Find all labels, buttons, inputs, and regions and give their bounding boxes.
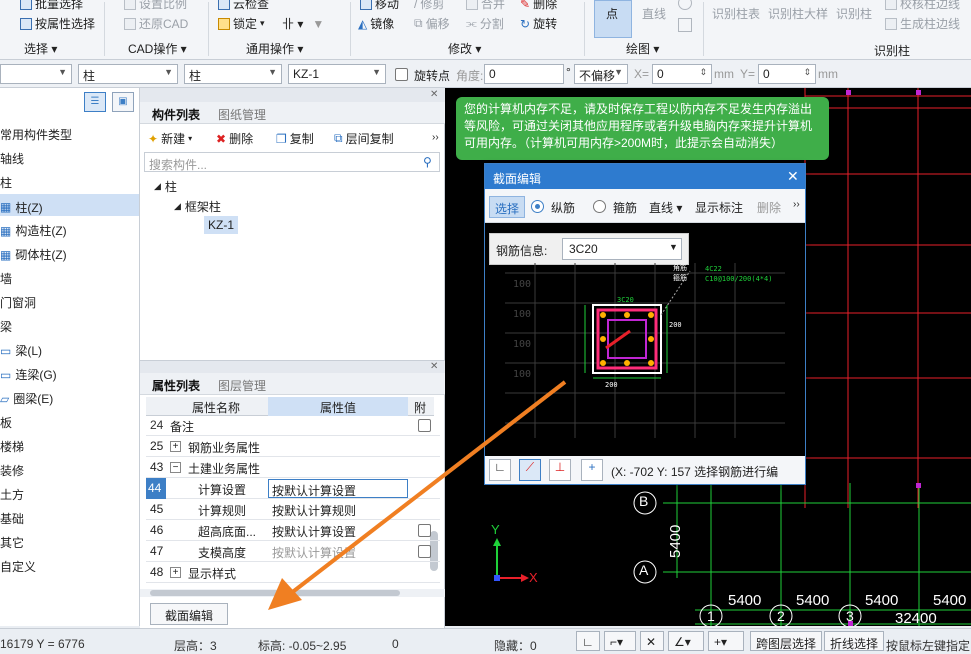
cross-icon[interactable]: ✕: [640, 631, 664, 651]
snap-rect-icon[interactable]: ⌐▾: [604, 631, 636, 651]
polyline-select-button[interactable]: 折线选择: [824, 631, 885, 651]
arrowhead: [268, 578, 302, 610]
cursor-coords: 16179 Y = 6776: [0, 637, 85, 651]
angle-snap-icon[interactable]: ∠▾: [668, 631, 704, 651]
status-value: 0: [392, 637, 399, 651]
arrow-shaft: [288, 380, 567, 596]
hidden-count: 隐藏：0: [494, 639, 537, 653]
status-hint: 按鼠标左键指定: [886, 639, 971, 653]
status-bar: 16179 Y = 6776 层高：3 标高: -0.05~2.95 0 隐藏：…: [0, 628, 971, 653]
floor-height: 层高：3: [174, 639, 217, 653]
annotation-arrow: [268, 380, 567, 610]
cross-floor-select-button[interactable]: 跨图层选择: [750, 631, 823, 651]
ortho-icon[interactable]: ∟: [576, 631, 600, 651]
point-snap-icon[interactable]: +▾: [708, 631, 744, 651]
elevation: 标高: -0.05~2.95: [258, 639, 347, 653]
